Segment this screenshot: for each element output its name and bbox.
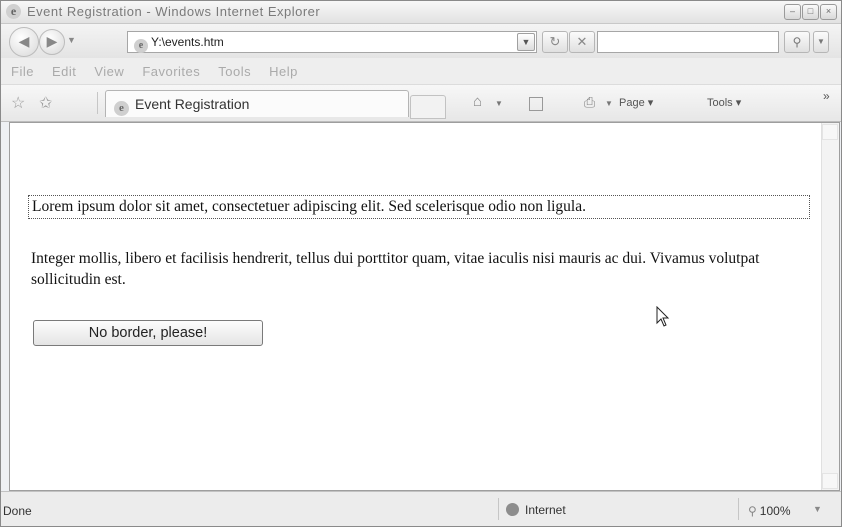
window-controls: – □ ×	[784, 4, 837, 20]
command-bar: ☆ ✩ e Event Registration ⌂ ▼ ⎙ ▼ Page ▾ T…	[1, 85, 841, 122]
new-tab-button[interactable]	[410, 95, 446, 119]
print-icon[interactable]: ⎙	[584, 94, 595, 111]
status-bar: Done Internet ⚲ 100% ▼	[1, 491, 841, 526]
add-favorites-icon[interactable]: ✩	[39, 93, 52, 113]
tab-page-icon: e	[114, 101, 129, 116]
tab-event-registration[interactable]: e Event Registration	[105, 90, 409, 117]
address-input[interactable]: e Y:\events.htm ▼	[127, 31, 537, 53]
focused-paragraph: Lorem ipsum dolor sit amet, consectetuer…	[28, 195, 810, 219]
menu-bar: File Edit View Favorites Tools Help	[1, 58, 841, 85]
scroll-up-icon[interactable]	[822, 124, 838, 140]
no-border-button[interactable]: No border, please!	[33, 320, 263, 346]
page-menu-button[interactable]: Page ▾	[619, 96, 653, 109]
home-icon[interactable]: ⌂	[473, 93, 482, 110]
status-divider	[738, 498, 739, 520]
zoom-control[interactable]: ⚲ 100%	[748, 504, 791, 518]
recent-pages-dropdown-icon[interactable]: ▼	[67, 35, 76, 45]
refresh-button[interactable]: ↻	[542, 31, 568, 53]
menu-edit[interactable]: Edit	[52, 64, 76, 79]
more-commands-button[interactable]: »	[823, 89, 830, 103]
print-dropdown-icon[interactable]: ▼	[605, 99, 613, 108]
forward-button[interactable]: ▶	[39, 29, 65, 55]
menu-favorites[interactable]: Favorites	[142, 64, 200, 79]
home-dropdown-icon[interactable]: ▼	[495, 99, 503, 108]
stop-button[interactable]: ✕	[569, 31, 595, 53]
search-input[interactable]	[597, 31, 779, 53]
menu-file[interactable]: File	[11, 64, 34, 79]
tab-title: Event Registration	[135, 96, 250, 112]
close-button[interactable]: ×	[820, 4, 837, 20]
menu-help[interactable]: Help	[269, 64, 298, 79]
address-bar: ◀ ▶ ▼ e Y:\events.htm ▼ ↻ ✕ ⚲ ▼	[1, 24, 841, 58]
menu-view[interactable]: View	[94, 64, 124, 79]
status-divider	[498, 498, 499, 520]
vertical-scrollbar[interactable]	[821, 123, 839, 490]
search-options-icon[interactable]: ▼	[813, 31, 829, 53]
zoom-dropdown-icon[interactable]: ▼	[813, 504, 822, 514]
mouse-cursor-icon	[656, 306, 670, 327]
toolbar-divider	[97, 92, 98, 114]
globe-icon	[506, 503, 519, 516]
browser-window: e Event Registration - Windows Internet …	[0, 0, 842, 527]
search-icon[interactable]: ⚲	[784, 31, 810, 53]
maximize-button[interactable]: □	[802, 4, 819, 20]
body-paragraph: Integer mollis, libero et facilisis hend…	[31, 250, 760, 288]
window-title: Event Registration - Windows Internet Ex…	[27, 4, 321, 19]
title-bar: e Event Registration - Windows Internet …	[1, 1, 841, 24]
ie-logo-icon: e	[6, 4, 21, 19]
zoom-level: 100%	[759, 504, 791, 518]
back-button[interactable]: ◀	[9, 27, 39, 57]
menu-tools[interactable]: Tools	[218, 64, 251, 79]
tools-menu-button[interactable]: Tools ▾	[707, 96, 741, 109]
page-content: Lorem ipsum dolor sit amet, consectetuer…	[9, 122, 840, 491]
page-icon: e	[134, 39, 148, 53]
address-url: Y:\events.htm	[151, 35, 224, 49]
address-dropdown-icon[interactable]: ▼	[517, 33, 535, 51]
feeds-icon[interactable]	[529, 97, 543, 111]
zone-label: Internet	[525, 503, 566, 517]
security-zone[interactable]: Internet	[506, 501, 566, 519]
scroll-down-icon[interactable]	[822, 473, 838, 489]
status-text: Done	[3, 504, 32, 518]
minimize-button[interactable]: –	[784, 4, 801, 20]
zoom-icon: ⚲	[748, 504, 757, 518]
favorites-star-icon[interactable]: ☆	[11, 93, 25, 113]
